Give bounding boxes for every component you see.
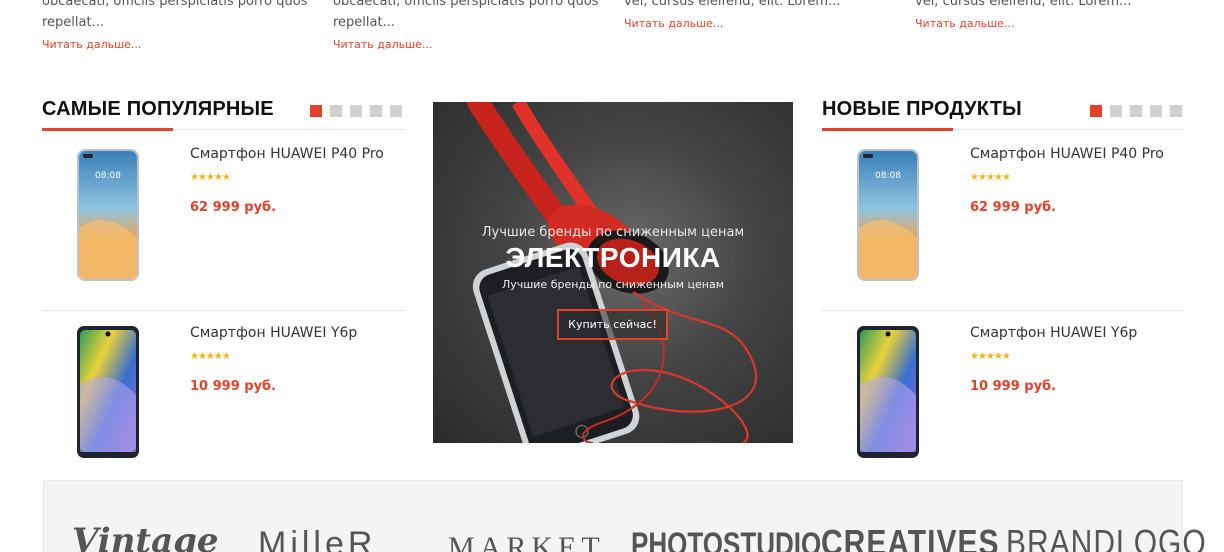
title-underline — [42, 128, 173, 131]
read-more-link[interactable]: Читать дальше... — [333, 38, 432, 51]
carousel-dot[interactable] — [330, 105, 342, 117]
brand-logo[interactable]: Vintage — [72, 521, 219, 552]
svg-text:08:08: 08:08 — [95, 171, 121, 181]
brand-logo[interactable]: BRANDLOGO — [1006, 524, 1207, 552]
carousel-dot[interactable] — [1090, 105, 1102, 117]
banner-title: ЭЛЕКТРОНИКА — [505, 242, 721, 273]
product-price: 10 999 руб. — [190, 379, 277, 394]
article-card: obcaecati, officiis perspiciatis porro q… — [333, 0, 613, 52]
carousel-dot[interactable] — [390, 105, 402, 117]
product-price: 62 999 руб. — [190, 200, 277, 215]
star-rating: ★★★★★ — [190, 172, 231, 183]
brand-logo[interactable]: MARKET — [448, 531, 605, 552]
huawei-p40-pro-image[interactable]: 08:08 — [76, 148, 140, 282]
article-card: obcaecati, officiis perspiciatis porro q… — [42, 0, 322, 52]
read-more-link[interactable]: Читать дальше... — [42, 38, 141, 51]
promo-banner[interactable]: Лучшие бренды по сниженным ценам ЭЛЕКТРО… — [433, 102, 793, 443]
huawei-y6p-image[interactable] — [76, 325, 140, 459]
banner-subtitle-top: Лучшие бренды по сниженным ценам — [481, 225, 745, 240]
article-card: vel, cursus eleifend, elit. Lorem... Чит… — [915, 0, 1195, 31]
popular-products-section: САМЫЕ ПОПУЛЯРНЫЕ 08:08 Смартфон HUAWEI P… — [42, 96, 404, 474]
star-rating: ★★★★★ — [190, 351, 231, 362]
carousel-dot[interactable] — [350, 105, 362, 117]
product-item[interactable]: Смартфон HUAWEI Y6p ★★★★★ 10 999 руб. — [42, 310, 404, 474]
article-excerpts: obcaecati, officiis perspiciatis porro q… — [0, 0, 1224, 70]
carousel-pagination — [310, 105, 402, 117]
carousel-dot[interactable] — [370, 105, 382, 117]
product-name[interactable]: Смартфон HUAWEI P40 Pro — [970, 146, 1164, 162]
section-header: САМЫЕ ПОПУЛЯРНЫЕ — [42, 96, 404, 131]
carousel-dot[interactable] — [310, 105, 322, 117]
carousel-dot[interactable] — [1110, 105, 1122, 117]
article-excerpt: obcaecati, officiis perspiciatis porro q… — [333, 0, 599, 30]
carousel-pagination — [1090, 105, 1182, 117]
brand-logos-strip: Vintage MilleR MARKET PHOTOSTUDIO CREATI… — [43, 480, 1206, 552]
star-rating: ★★★★★ — [970, 351, 1011, 362]
huawei-p40-pro-image[interactable]: 08:08 — [856, 148, 920, 282]
title-underline — [822, 128, 953, 131]
new-products-section: НОВЫЕ ПРОДУКТЫ 08:08 Смартфон HUAWEI P40 — [822, 96, 1184, 474]
svg-text:08:08: 08:08 — [875, 171, 901, 181]
buy-now-button[interactable]: Купить сейчас! — [557, 309, 668, 340]
article-card: vel, cursus eleifend, elit. Lorem... Чит… — [624, 0, 904, 31]
section-title: НОВЫЕ ПРОДУКТЫ — [822, 98, 1022, 120]
article-excerpt: vel, cursus eleifend, elit. Lorem... — [915, 0, 1132, 9]
carousel-dot[interactable] — [1150, 105, 1162, 117]
section-title: САМЫЕ ПОПУЛЯРНЫЕ — [42, 98, 274, 120]
brand-logo[interactable]: CREATIVES — [821, 524, 999, 552]
article-excerpt: obcaecati, officiis perspiciatis porro q… — [42, 0, 308, 30]
read-more-link[interactable]: Читать дальше... — [624, 17, 723, 30]
read-more-link[interactable]: Читать дальше... — [915, 17, 1014, 30]
product-item[interactable]: 08:08 Смартфон HUAWEI P40 Pro ★★★★★ 62 9… — [822, 146, 1184, 310]
article-excerpt: vel, cursus eleifend, elit. Lorem... — [624, 0, 841, 9]
brand-logo[interactable]: PHOTOSTUDIO — [631, 524, 821, 552]
brand-logo[interactable]: MilleR — [258, 525, 376, 552]
product-item[interactable]: 08:08 Смартфон HUAWEI P40 Pro ★★★★★ 62 9… — [42, 146, 404, 310]
product-item[interactable]: Смартфон HUAWEI Y6p ★★★★★ 10 999 руб. — [822, 310, 1184, 474]
product-price: 62 999 руб. — [970, 200, 1057, 215]
product-name[interactable]: Смартфон HUAWEI Y6p — [190, 325, 357, 341]
product-price: 10 999 руб. — [970, 379, 1057, 394]
banner-subtitle: Лучшие бренды по сниженным ценам — [501, 278, 725, 291]
product-name[interactable]: Смартфон HUAWEI Y6p — [970, 325, 1137, 341]
huawei-y6p-image[interactable] — [856, 325, 920, 459]
product-name[interactable]: Смартфон HUAWEI P40 Pro — [190, 146, 384, 162]
carousel-dot[interactable] — [1170, 105, 1182, 117]
carousel-dot[interactable] — [1130, 105, 1142, 117]
section-header: НОВЫЕ ПРОДУКТЫ — [822, 96, 1184, 131]
star-rating: ★★★★★ — [970, 172, 1011, 183]
